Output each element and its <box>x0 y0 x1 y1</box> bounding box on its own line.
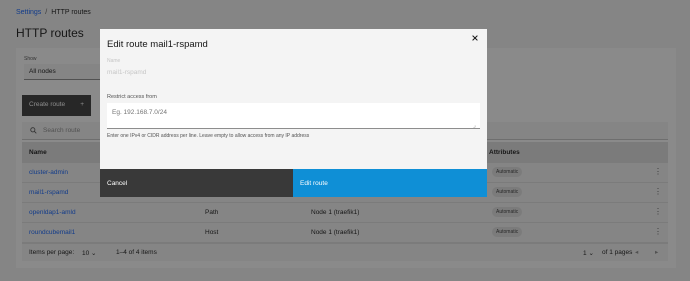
edit-route-modal: Edit route mail1-rspamd Name mail1-rspam… <box>100 29 487 197</box>
modal-title: Edit route mail1-rspamd <box>107 39 208 50</box>
edit-route-button[interactable]: Edit route <box>293 169 487 197</box>
restrict-access-helper: Enter one IPv4 or CIDR address per line.… <box>107 133 310 139</box>
name-field: mail1-rspamd <box>107 69 147 76</box>
restrict-access-textarea[interactable] <box>107 103 480 129</box>
resize-handle-icon[interactable]: ⌟ <box>473 123 476 129</box>
restrict-access-label: Restrict access from <box>107 94 157 100</box>
cancel-button[interactable]: Cancel <box>100 169 293 197</box>
name-field-label: Name <box>107 58 121 64</box>
close-icon[interactable] <box>471 34 479 42</box>
